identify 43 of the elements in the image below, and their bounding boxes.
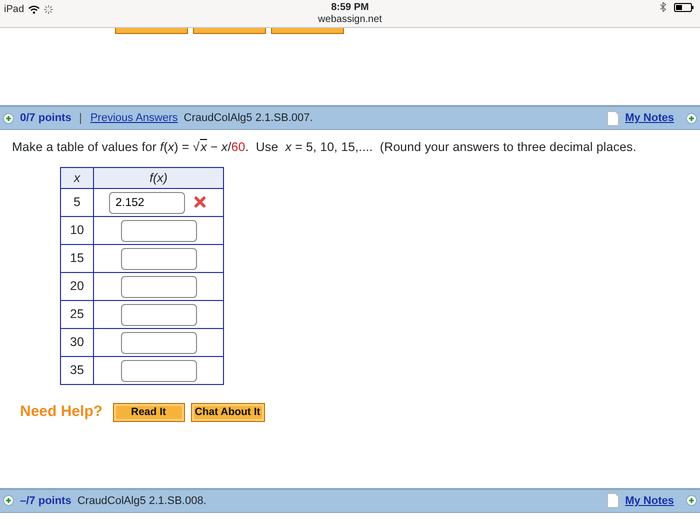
help-button[interactable]: Chat About It [190,402,265,422]
device-name: iPad [4,3,24,17]
expand-icon [686,112,697,124]
help-button[interactable] [115,28,188,34]
my-notes-link[interactable]: My Notes [625,492,674,510]
expand-icon [3,495,14,506]
bluetooth-icon [660,2,666,12]
table-cell: 5 [60,188,94,217]
table-cell: 10 [60,216,94,245]
table-cell: 35 [60,356,94,385]
previous-answers-link[interactable]: Previous Answers [90,110,178,126]
need-help-label: Need Help? [20,402,103,422]
expand-icon [686,495,697,506]
question-code: CraudColAlg5 2.1.SB.008. [77,494,206,509]
answer-field[interactable] [120,220,196,242]
help-button[interactable] [193,28,266,34]
spinner-icon [44,5,54,14]
page-url: webassign.net [318,14,382,25]
column-header: f(x) [94,167,224,189]
table-cell: 30 [60,328,94,357]
table-cell: 20 [60,272,94,301]
help-button[interactable] [271,28,344,34]
battery-icon [674,2,694,12]
points-label: 0/7 points [20,110,72,126]
column-header: x [60,167,94,189]
expand-icon [3,112,14,124]
clock-time: 8:59 PM [331,2,369,14]
answer-field[interactable] [120,248,196,270]
table-cell: 15 [60,244,94,273]
answer-field[interactable] [120,360,196,382]
answer-field[interactable] [120,332,196,354]
my-notes-link[interactable]: My Notes [625,110,674,126]
points-label: –/7 points [20,494,72,509]
note-icon [607,493,620,508]
note-icon [607,110,620,126]
answer-field[interactable]: 2.152 [108,192,184,214]
table-cell: 25 [60,300,94,329]
help-button[interactable]: Read It [112,402,185,422]
wifi-icon [28,5,40,14]
problem-text: Make a table of values for f(x) = √x − x/60. Use x = 5, 10, 15,.... (Round your answers to three decimal places. [11,138,638,156]
answer-field[interactable] [120,276,196,298]
answer-field[interactable] [120,304,196,326]
question-code: CraudColAlg5 2.1.SB.007. [184,110,313,126]
